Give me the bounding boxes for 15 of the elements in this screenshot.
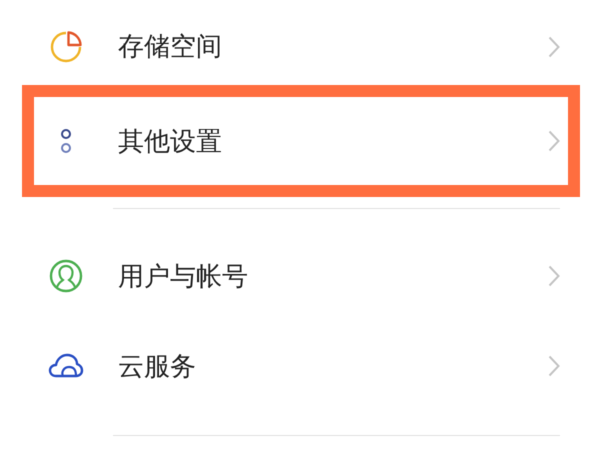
item-label: 云服务 bbox=[118, 350, 197, 384]
item-label: 存储空间 bbox=[118, 31, 223, 64]
settings-item[interactable]: 其他设置 bbox=[22, 85, 580, 197]
chevron-right-icon bbox=[548, 36, 560, 58]
settings-item[interactable]: 用户与帐号 bbox=[0, 231, 600, 321]
pie-chart-icon bbox=[49, 30, 83, 64]
settings-item[interactable]: 云服务 bbox=[0, 321, 600, 411]
user-icon bbox=[49, 259, 83, 293]
settings-item[interactable]: 存储空间 bbox=[0, 8, 600, 85]
chevron-right-icon bbox=[548, 355, 560, 377]
cloud-icon bbox=[48, 353, 84, 379]
chevron-right-icon bbox=[548, 265, 560, 287]
chevron-right-icon bbox=[548, 130, 560, 152]
item-label: 用户与帐号 bbox=[118, 260, 249, 294]
item-label: 其他设置 bbox=[118, 126, 223, 158]
